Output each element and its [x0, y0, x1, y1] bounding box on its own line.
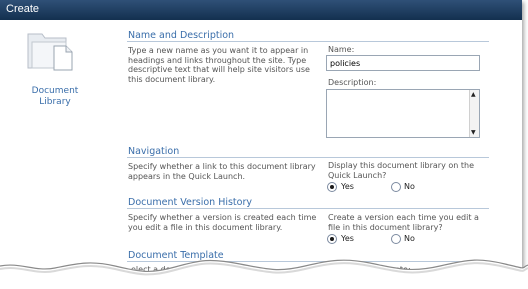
- version-history-question: Create a version each time you edit a fi…: [328, 213, 479, 232]
- dialog-title: Create: [6, 3, 40, 15]
- left-label-line1: Document: [31, 86, 79, 96]
- version-history-heading: Document Version History: [128, 197, 252, 208]
- navigation-yes-radio[interactable]: [327, 182, 337, 192]
- description-label: Description:: [328, 78, 377, 87]
- name-description-heading: Name and Description: [128, 30, 235, 41]
- version-yes-label[interactable]: Yes: [341, 234, 354, 243]
- section-divider: [127, 41, 489, 42]
- version-no-radio[interactable]: [391, 234, 401, 244]
- scroll-up-icon[interactable]: ▲: [471, 91, 476, 98]
- left-label-line2: Library: [39, 97, 71, 107]
- document-library-label: Document Library: [14, 86, 96, 108]
- section-divider: [127, 157, 489, 158]
- name-description-text: Type a new name as you want it to appear…: [128, 46, 310, 84]
- navigation-heading: Navigation: [128, 146, 180, 157]
- section-divider: [127, 208, 489, 209]
- version-no-label[interactable]: No: [404, 234, 415, 243]
- navigation-description: Specify whether a link to this document …: [128, 162, 316, 181]
- create-dialog: Create Document Library Name and Descrip…: [0, 0, 522, 285]
- description-textarea[interactable]: ▲ ▼: [326, 89, 480, 138]
- navigation-yes-label[interactable]: Yes: [341, 182, 354, 191]
- version-yes-radio[interactable]: [327, 234, 337, 244]
- version-history-description: Specify whether a version is created eac…: [128, 213, 317, 232]
- torn-edge: [0, 259, 528, 289]
- name-label: Name:: [328, 45, 355, 54]
- document-library-icon: [27, 33, 73, 71]
- scroll-down-icon[interactable]: ▼: [471, 129, 476, 136]
- dialog-titlebar: Create: [0, 0, 522, 20]
- description-scrollbar[interactable]: ▲ ▼: [469, 90, 479, 137]
- navigation-no-label[interactable]: No: [404, 182, 415, 191]
- navigation-question: Display this document library on the Qui…: [328, 161, 474, 180]
- name-input[interactable]: [326, 55, 480, 71]
- navigation-no-radio[interactable]: [391, 182, 401, 192]
